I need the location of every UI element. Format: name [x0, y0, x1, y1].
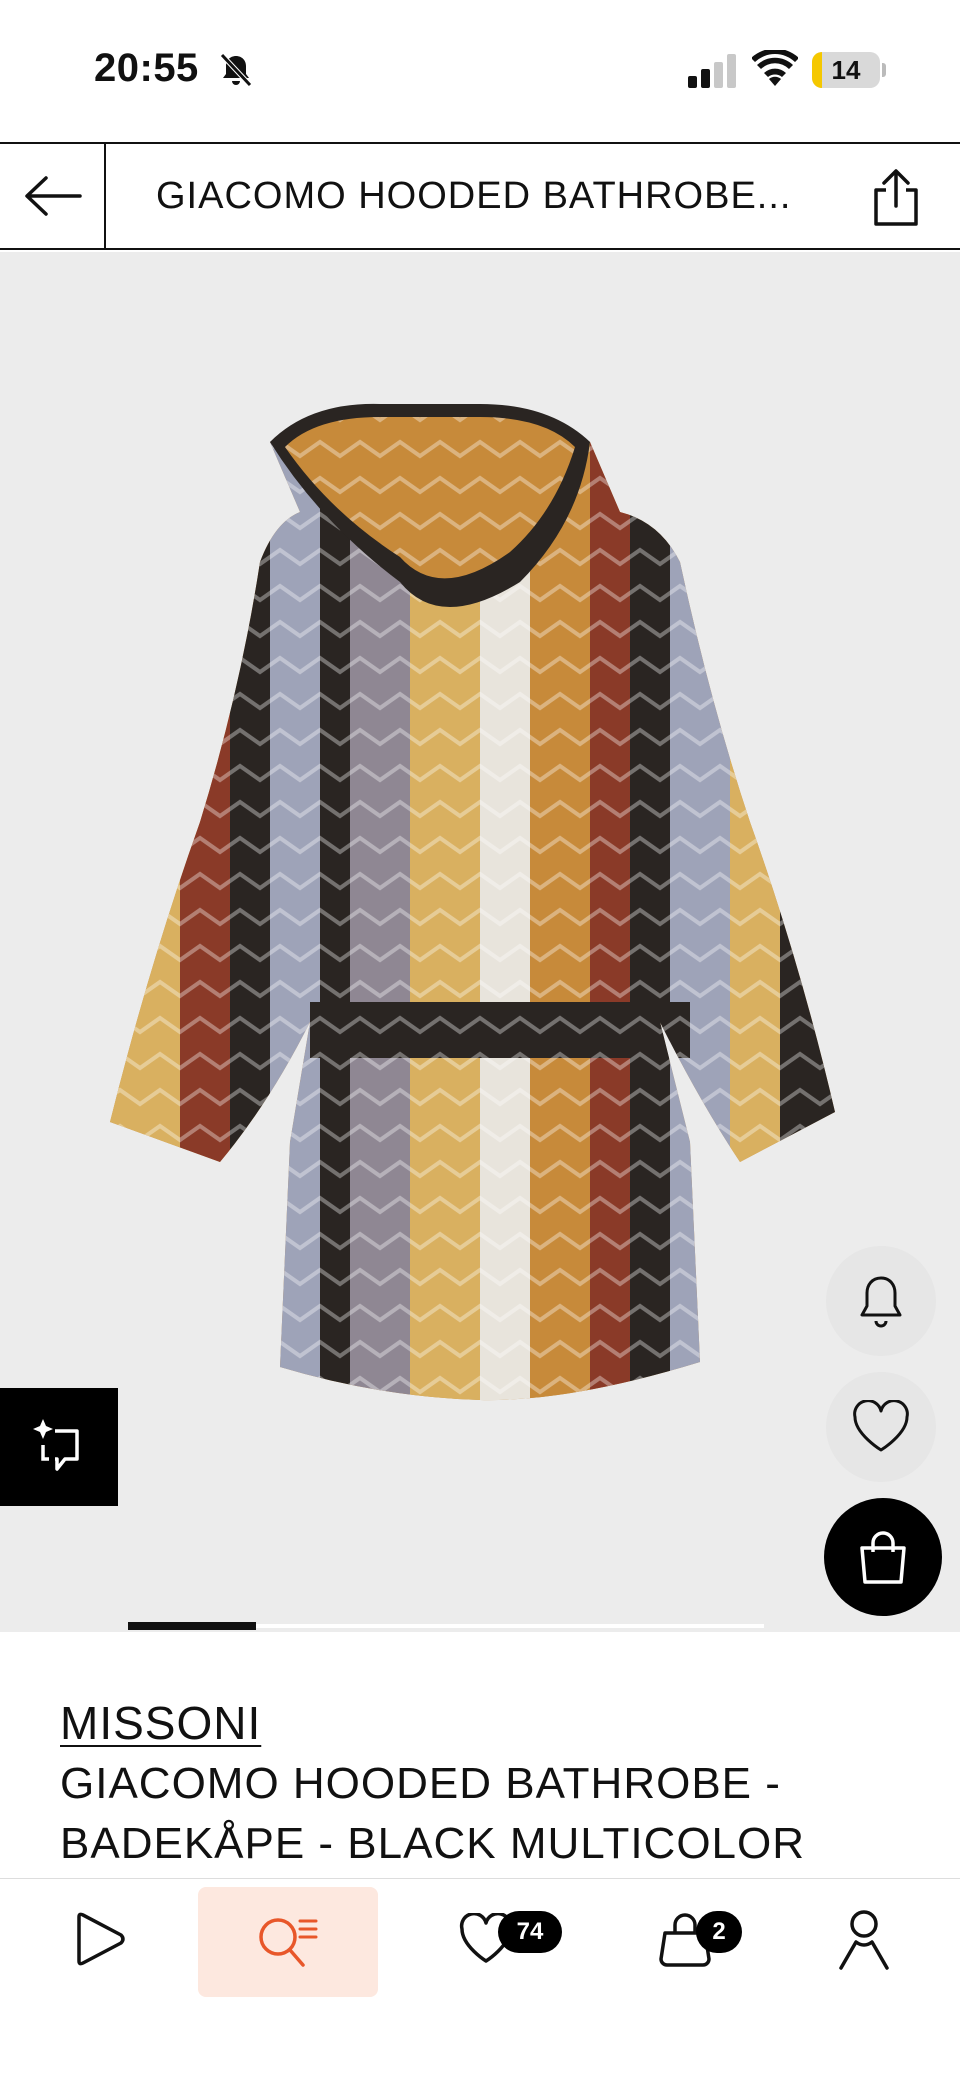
gallery-pagination: [0, 1622, 960, 1632]
battery-indicator: 14: [812, 52, 880, 88]
nav-search[interactable]: [198, 1887, 378, 1997]
battery-percent: 14: [831, 55, 861, 85]
arrow-left-icon: [25, 176, 82, 216]
wishlist-count-badge: 74: [498, 1911, 562, 1953]
notify-me-button[interactable]: [826, 1246, 936, 1356]
wifi-icon: [752, 50, 798, 86]
virtual-try-on-button[interactable]: [0, 1388, 118, 1506]
back-button[interactable]: [0, 144, 106, 248]
search-icon: [259, 1918, 318, 1967]
product-photo-bathrobe: [110, 403, 835, 1401]
product-image-gallery[interactable]: [0, 252, 960, 1632]
profile-icon: [839, 1910, 889, 1970]
add-to-bag-button[interactable]: [824, 1498, 942, 1616]
product-name: GIACOMO HOODED BATHROBE - BADEKÅPE - BLA…: [60, 1759, 806, 1868]
add-to-wishlist-button[interactable]: [826, 1372, 936, 1482]
bell-off-icon: [220, 53, 252, 87]
bottom-navigation: 74 2: [0, 1878, 960, 2081]
nav-profile[interactable]: [814, 1879, 914, 1999]
heart-icon: [853, 1400, 909, 1452]
brand-link[interactable]: MISSONI: [60, 1696, 261, 1750]
sparkle-frame-icon: [33, 1419, 79, 1471]
nav-wishlist[interactable]: 74: [436, 1879, 576, 1999]
gallery-indicator-track: [256, 1624, 764, 1628]
home-play-icon: [77, 1912, 125, 1966]
bag-count-badge: 2: [696, 1911, 742, 1953]
cellular-signal-icon: [688, 54, 736, 88]
status-bar: 20:55 14: [0, 0, 960, 142]
header-title: GIACOMO HOODED BATHROBE...: [156, 175, 792, 217]
gallery-indicator-active: [128, 1622, 256, 1630]
share-icon[interactable]: [868, 168, 924, 228]
bell-icon: [860, 1276, 902, 1328]
nav-bag[interactable]: 2: [630, 1879, 770, 1999]
status-time: 20:55: [94, 46, 199, 90]
battery-cap: [882, 63, 886, 77]
bag-icon: [860, 1531, 906, 1584]
nav-home[interactable]: [44, 1879, 154, 1999]
product-header: GIACOMO HOODED BATHROBE...: [0, 142, 960, 250]
